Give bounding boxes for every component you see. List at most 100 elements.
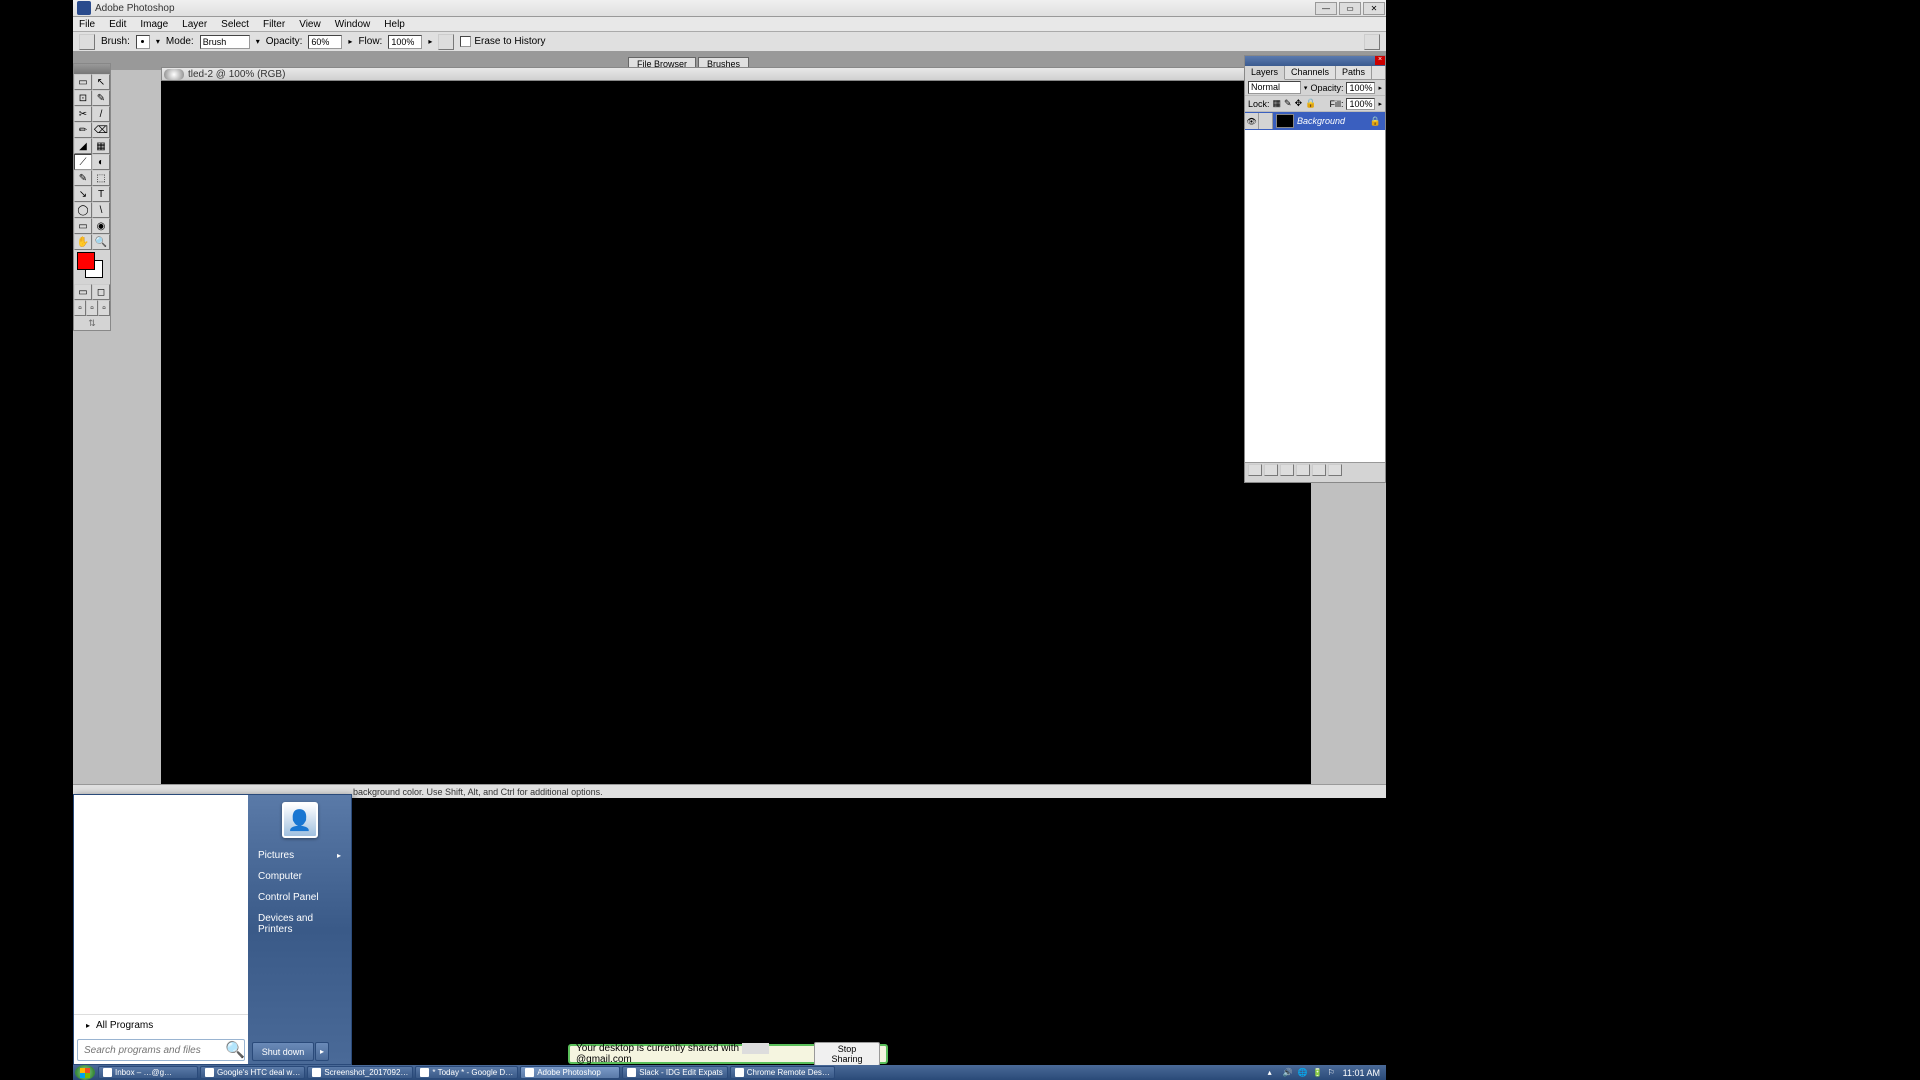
lock-pixels-icon[interactable]: ✎: [1284, 98, 1292, 109]
start-item-control-panel[interactable]: Control Panel: [248, 887, 351, 908]
standard-mode-icon[interactable]: ▭: [74, 284, 92, 300]
menu-window[interactable]: Window: [335, 19, 371, 30]
start-item-pictures[interactable]: Pictures ▸: [248, 845, 351, 866]
panel-close-icon[interactable]: ×: [1375, 56, 1385, 65]
search-icon[interactable]: 🔍: [226, 1041, 244, 1059]
notes-tool[interactable]: ▭: [74, 218, 92, 234]
shutdown-button[interactable]: Shut down: [252, 1042, 314, 1061]
quickmask-mode-icon[interactable]: ◻: [92, 284, 110, 300]
line-tool[interactable]: \: [92, 202, 110, 218]
pinned-programs-list[interactable]: [74, 795, 248, 1014]
taskbar-item[interactable]: Adobe Photoshop: [520, 1066, 620, 1079]
maximize-button[interactable]: ▭: [1339, 2, 1361, 15]
layer-mask-icon[interactable]: [1264, 464, 1278, 476]
tool-preset-icon[interactable]: [79, 34, 95, 50]
eraser-tool[interactable]: ⟋: [74, 154, 92, 170]
wand-tool[interactable]: ✎: [92, 90, 110, 106]
volume-icon[interactable]: 🔊: [1283, 1068, 1293, 1078]
lock-position-icon[interactable]: ✥: [1295, 98, 1303, 109]
menu-image[interactable]: Image: [140, 19, 168, 30]
panel-tab-channels[interactable]: Channels: [1285, 66, 1336, 79]
panel-header[interactable]: ×: [1245, 56, 1385, 66]
layer-set-icon[interactable]: [1280, 464, 1294, 476]
start-item-devices[interactable]: Devices and Printers: [248, 908, 351, 940]
menu-filter[interactable]: Filter: [263, 19, 285, 30]
zoom-tool[interactable]: 🔍: [92, 234, 110, 250]
opacity-arrow-icon[interactable]: ▸: [348, 37, 352, 46]
mode-dropdown[interactable]: Brush: [200, 35, 250, 49]
menu-file[interactable]: File: [79, 19, 95, 30]
layer-list[interactable]: Background 🔒: [1245, 112, 1385, 462]
checkbox-icon[interactable]: [460, 36, 471, 47]
brush-dropdown-icon[interactable]: ▾: [156, 37, 160, 46]
lock-all-icon[interactable]: 🔒: [1305, 98, 1316, 109]
marquee-tool[interactable]: ▭: [74, 74, 92, 90]
move-tool[interactable]: ↖: [92, 74, 110, 90]
lock-transparency-icon[interactable]: ▦: [1273, 98, 1282, 109]
hand-tool[interactable]: ✋: [74, 234, 92, 250]
start-button[interactable]: [75, 1065, 95, 1080]
shutdown-options-icon[interactable]: ▸: [315, 1042, 329, 1061]
menu-help[interactable]: Help: [384, 19, 405, 30]
erase-history-checkbox[interactable]: Erase to History: [460, 36, 545, 47]
blend-dropdown-icon[interactable]: ▾: [1304, 84, 1308, 92]
flow-field[interactable]: 100%: [388, 35, 422, 49]
menu-view[interactable]: View: [299, 19, 321, 30]
lasso-tool[interactable]: ⊡: [74, 90, 92, 106]
search-input[interactable]: [78, 1045, 226, 1056]
delete-layer-icon[interactable]: [1328, 464, 1342, 476]
airbrush-icon[interactable]: [438, 34, 454, 50]
minimize-button[interactable]: —: [1315, 2, 1337, 15]
history-brush-tool[interactable]: ▦: [92, 138, 110, 154]
new-layer-icon[interactable]: [1312, 464, 1326, 476]
start-search[interactable]: 🔍: [77, 1039, 245, 1061]
taskbar-item[interactable]: Slack - IDG Edit Expats: [622, 1066, 728, 1079]
gradient-tool[interactable]: ◐: [92, 154, 110, 170]
taskbar-item[interactable]: Google's HTC deal w…: [200, 1066, 305, 1079]
adjustment-layer-icon[interactable]: [1296, 464, 1310, 476]
jump-to-icon[interactable]: ⇅: [74, 316, 110, 330]
network-icon[interactable]: 🌐: [1298, 1068, 1308, 1078]
close-button[interactable]: ✕: [1363, 2, 1385, 15]
canvas[interactable]: [161, 81, 1311, 793]
crop-tool[interactable]: ✂: [74, 106, 92, 122]
stop-sharing-button[interactable]: Stop Sharing: [814, 1042, 880, 1066]
layer-visibility-icon[interactable]: [1245, 113, 1259, 129]
screen-mode-1-icon[interactable]: ▫: [74, 300, 86, 316]
slice-tool[interactable]: /: [92, 106, 110, 122]
taskbar-item[interactable]: * Today * - Google D…: [415, 1066, 518, 1079]
screen-mode-3-icon[interactable]: ▫: [98, 300, 110, 316]
action-center-icon[interactable]: ⚐: [1328, 1068, 1338, 1078]
layer-row[interactable]: Background 🔒: [1245, 112, 1385, 130]
tray-up-icon[interactable]: ▴: [1268, 1068, 1278, 1078]
menu-select[interactable]: Select: [221, 19, 249, 30]
layer-link-icon[interactable]: [1259, 113, 1273, 129]
fill-value[interactable]: 100%: [1346, 98, 1375, 110]
start-item-computer[interactable]: Computer: [248, 866, 351, 887]
brush-preview[interactable]: [136, 35, 150, 49]
taskbar-item[interactable]: Screenshot_2017092…: [307, 1066, 413, 1079]
layer-style-icon[interactable]: [1248, 464, 1262, 476]
flow-arrow-icon[interactable]: ▸: [428, 37, 432, 46]
foreground-color[interactable]: [77, 252, 95, 270]
menu-layer[interactable]: Layer: [182, 19, 207, 30]
blur-tool[interactable]: ✎: [74, 170, 92, 186]
panel-opacity-value[interactable]: 100%: [1346, 82, 1375, 94]
path-tool[interactable]: ↘: [74, 186, 92, 202]
layer-thumbnail[interactable]: [1276, 114, 1294, 128]
dodge-tool[interactable]: ⬚: [92, 170, 110, 186]
toolbox-header[interactable]: [74, 64, 110, 74]
heal-tool[interactable]: ✏: [74, 122, 92, 138]
user-avatar[interactable]: 👤: [282, 802, 318, 838]
all-programs-button[interactable]: All Programs: [74, 1014, 248, 1036]
battery-icon[interactable]: 🔋: [1313, 1068, 1323, 1078]
mode-dropdown-icon[interactable]: ▾: [256, 37, 260, 46]
menu-edit[interactable]: Edit: [109, 19, 126, 30]
pen-tool[interactable]: ◯: [74, 202, 92, 218]
clock[interactable]: 11:01 AM: [1343, 1068, 1380, 1078]
opacity-arrow-icon[interactable]: ▸: [1378, 84, 1382, 92]
palette-well-icon[interactable]: [1364, 34, 1380, 50]
opacity-field[interactable]: 60%: [308, 35, 342, 49]
blend-mode-dropdown[interactable]: Normal: [1248, 81, 1301, 94]
stamp-tool[interactable]: ◢: [74, 138, 92, 154]
